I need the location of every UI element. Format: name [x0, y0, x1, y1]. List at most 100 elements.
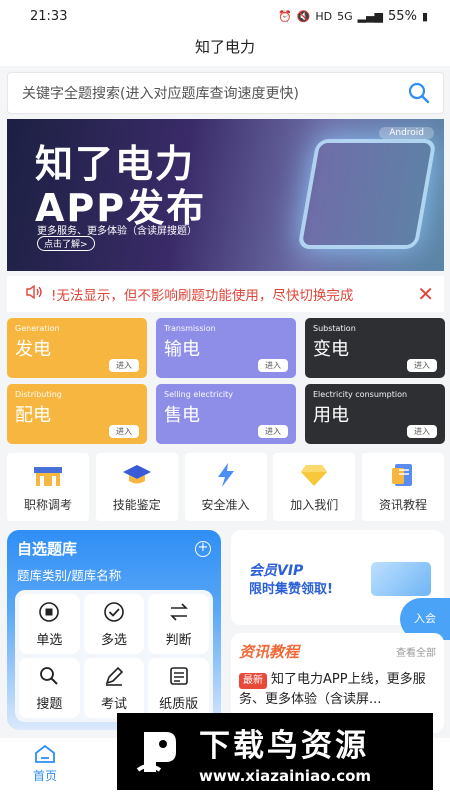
tile-enter-button[interactable]: 进入 [407, 425, 437, 438]
quick-item-label: 职称调考 [23, 497, 72, 512]
banner-learn-more-button[interactable]: 点击了解> [37, 236, 95, 251]
banner-subtitle: 更多服务、更多体验（含读屏搜题） [37, 226, 197, 237]
building-icon [34, 466, 62, 486]
tile-en-label: Substation [313, 324, 356, 333]
tile-cn-label: 变电 [313, 339, 349, 360]
button-label: 判断 [165, 632, 192, 648]
alarm-icon: ⏰ [277, 9, 292, 23]
tile-enter-button[interactable]: 进入 [109, 359, 139, 372]
button-label: 搜题 [36, 696, 63, 712]
multi-choice-button[interactable]: 多选 [83, 594, 145, 654]
swap-arrows-icon [169, 602, 188, 621]
document-icon [392, 463, 412, 486]
tile-enter-button[interactable]: 进入 [407, 359, 437, 372]
tile-enter-button[interactable]: 进入 [109, 425, 139, 438]
tab-home-label: 首页 [32, 769, 57, 783]
button-label: 考试 [100, 696, 127, 712]
network-label: 5G [337, 9, 353, 23]
notice-text: !无法显示，但不影响刷题功能使用，尽快切换完成 [51, 288, 354, 304]
paper-icon [169, 666, 188, 685]
paper-version-button[interactable]: 纸质版 [148, 658, 209, 718]
tile-en-label: Generation [15, 324, 60, 333]
quick-item-label: 技能鉴定 [112, 497, 161, 512]
vip-title: 会员VIP [249, 563, 304, 579]
vip-subtitle: 限时集赞领取! [249, 582, 333, 597]
button-label: 单选 [36, 632, 63, 648]
button-label: 多选 [100, 632, 127, 648]
quick-item-label: 安全准入 [201, 497, 250, 512]
tile-cn-label: 配电 [15, 405, 51, 426]
watermark-url: www.xiazainiao.com [199, 766, 372, 785]
quick-item-news-tutorial[interactable]: 资讯教程 [362, 453, 444, 521]
news-item[interactable]: 最新 知了电力APP上线，更多服务、更多体验（含读屏... [239, 670, 436, 710]
home-icon [35, 744, 55, 763]
news-title: 资讯教程 [239, 643, 300, 661]
custom-bank-subtitle[interactable]: 题库类别/题库名称 [17, 565, 211, 584]
status-time: 21:33 [30, 8, 68, 24]
quick-item-label: 资讯教程 [378, 497, 427, 512]
watermark-overlay: 下载鸟资源 www.xiazainiao.com [117, 713, 433, 791]
tile-cn-label: 发电 [15, 339, 51, 360]
lightning-icon [217, 462, 234, 487]
tile-en-label: Transmission [164, 324, 216, 333]
bird-logo-icon [127, 721, 189, 783]
watermark-text: 下载鸟资源 www.xiazainiao.com [199, 720, 371, 785]
search-question-button[interactable]: 搜题 [19, 658, 80, 718]
tile-en-label: Electricity consumption [313, 390, 408, 399]
battery-icon: ▮ [421, 9, 428, 23]
diamond-icon [301, 464, 328, 486]
custom-bank-grid: 单选 多选 判断 搜题 考试 纸质版 [15, 590, 213, 722]
quick-item-label: 加入我们 [290, 497, 339, 512]
tile-enter-button[interactable]: 进入 [258, 359, 288, 372]
new-badge: 最新 [239, 673, 267, 689]
quick-entry-row: 职称调考 技能鉴定 安全准入 加入我们 资讯教程 [7, 453, 444, 521]
custom-bank-title: 自选题库 [17, 540, 78, 558]
system-nav-bar [0, 790, 450, 800]
custom-bank-card: 自选题库 + 题库类别/题库名称 单选 多选 判断 搜题 考试 纸质版 [7, 530, 221, 730]
exam-button[interactable]: 考试 [83, 658, 145, 718]
battery-percent: 55% [388, 8, 417, 24]
notice-bar: !无法显示，但不影响刷题功能使用，尽快切换完成 ✕ [7, 276, 444, 312]
graduation-cap-icon [122, 464, 151, 483]
tile-distributing[interactable]: Distributing 配电 进入 [7, 384, 147, 444]
promo-banner[interactable]: Android 知了电力 APP发布 更多服务、更多体验（含读屏搜题） 点击了解… [7, 119, 444, 271]
vip-card-graphic [371, 562, 431, 596]
speaker-icon [25, 284, 43, 304]
quick-item-title-exam[interactable]: 职称调考 [7, 453, 89, 521]
tile-transmission[interactable]: Transmission 输电 进入 [156, 318, 296, 378]
view-all-link[interactable]: 查看全部 [396, 644, 436, 659]
single-choice-button[interactable]: 单选 [19, 594, 80, 654]
check-circle-icon [104, 601, 124, 622]
tile-cn-label: 售电 [164, 405, 200, 426]
search-icon[interactable] [405, 79, 433, 107]
tile-en-label: Selling electricity [164, 390, 233, 399]
mute-icon: 🔇 [296, 9, 311, 23]
tile-selling-electricity[interactable]: Selling electricity 售电 进入 [156, 384, 296, 444]
status-bar: 21:33 ⏰ 🔇 HD 5G ▂▄▆ 55% ▮ [0, 0, 450, 32]
quick-item-skill-appraisal[interactable]: 技能鉴定 [95, 453, 178, 521]
add-icon[interactable]: + [195, 540, 211, 557]
hd-label: HD [315, 9, 333, 23]
judge-button[interactable]: 判断 [148, 594, 209, 654]
tile-en-label: Distributing [15, 390, 62, 399]
banner-platform-tag: Android [379, 127, 434, 139]
search-input[interactable]: 关键字全题搜索(进入对应题库查询速度更快) [22, 83, 405, 103]
banner-tablet-graphic [297, 139, 437, 249]
tile-cn-label: 用电 [313, 405, 349, 426]
tile-electricity-consumption[interactable]: Electricity consumption 用电 进入 [305, 384, 445, 444]
tile-cn-label: 输电 [164, 339, 200, 360]
page-title: 知了电力 [0, 32, 450, 66]
quick-item-safety-access[interactable]: 安全准入 [184, 453, 267, 521]
status-icons: ⏰ 🔇 HD 5G ▂▄▆ 55% ▮ [278, 9, 428, 24]
tile-generation[interactable]: Generation 发电 进入 [7, 318, 147, 378]
close-icon[interactable]: ✕ [417, 282, 434, 306]
tile-substation[interactable]: Substation 变电 进入 [305, 318, 445, 378]
tile-enter-button[interactable]: 进入 [258, 425, 288, 438]
watermark-brand: 下载鸟资源 [199, 727, 369, 764]
quick-item-join-us[interactable]: 加入我们 [273, 453, 356, 521]
button-label: 纸质版 [159, 696, 199, 712]
stop-circle-icon [39, 601, 60, 622]
search-bar[interactable]: 关键字全题搜索(进入对应题库查询速度更快) [7, 72, 444, 114]
signal-icon: ▂▄▆ [357, 9, 384, 23]
tab-home[interactable]: 首页 [22, 744, 68, 784]
